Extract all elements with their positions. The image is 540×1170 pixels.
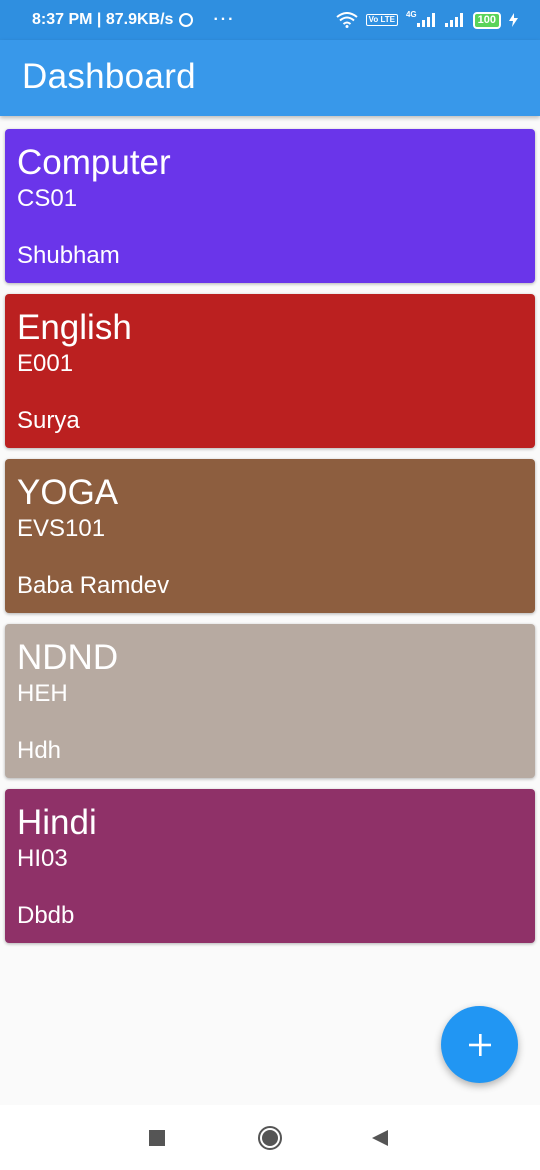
course-list: Computer CS01 Shubham English E001 Surya… xyxy=(5,129,535,954)
course-code: EVS101 xyxy=(17,515,106,542)
plus-icon xyxy=(468,1033,491,1056)
course-title: Computer xyxy=(17,143,171,182)
wifi-icon xyxy=(335,12,358,28)
course-teacher: Hdh xyxy=(17,737,62,764)
page-title: Dashboard xyxy=(22,57,196,96)
back-triangle-icon[interactable] xyxy=(371,1129,389,1147)
alarm-icon xyxy=(179,13,194,27)
system-nav-bar xyxy=(0,1105,540,1170)
status-time-speed: 8:37 PM | 87.9KB/s xyxy=(32,11,174,28)
more-notifications-icon: ··· xyxy=(213,11,236,28)
network-type-label: 4G xyxy=(405,9,417,19)
course-card[interactable]: Hindi HI03 Dbdb xyxy=(5,789,535,943)
charging-icon xyxy=(509,13,518,27)
course-teacher: Surya xyxy=(17,407,80,434)
course-card[interactable]: YOGA EVS101 Baba Ramdev xyxy=(5,459,535,613)
course-title: NDND xyxy=(17,638,119,677)
status-bar: 8:37 PM | 87.9KB/s ··· Vo LTE 4G 100 xyxy=(0,0,540,40)
signal-icon-2 xyxy=(444,13,463,27)
course-code: HI03 xyxy=(17,845,68,872)
course-title: English xyxy=(17,308,132,347)
course-title: Hindi xyxy=(17,803,97,842)
battery-icon: 100 xyxy=(472,11,501,29)
course-code: CS01 xyxy=(17,185,78,212)
course-teacher: Dbdb xyxy=(17,902,75,929)
home-circle-icon[interactable] xyxy=(257,1125,283,1151)
course-card[interactable]: Computer CS01 Shubham xyxy=(5,129,535,283)
course-card[interactable]: NDND HEH Hdh xyxy=(5,624,535,778)
course-code: E001 xyxy=(17,350,74,377)
app-bar: Dashboard xyxy=(0,40,540,116)
signal-icon xyxy=(416,13,435,27)
recents-square-icon[interactable] xyxy=(148,1129,166,1147)
add-course-button[interactable] xyxy=(441,1006,518,1083)
volte-icon: Vo LTE xyxy=(365,14,398,26)
course-code: HEH xyxy=(17,680,68,707)
course-title: YOGA xyxy=(17,473,119,512)
course-card[interactable]: English E001 Surya xyxy=(5,294,535,448)
course-teacher: Shubham xyxy=(17,242,120,269)
course-teacher: Baba Ramdev xyxy=(17,572,170,599)
